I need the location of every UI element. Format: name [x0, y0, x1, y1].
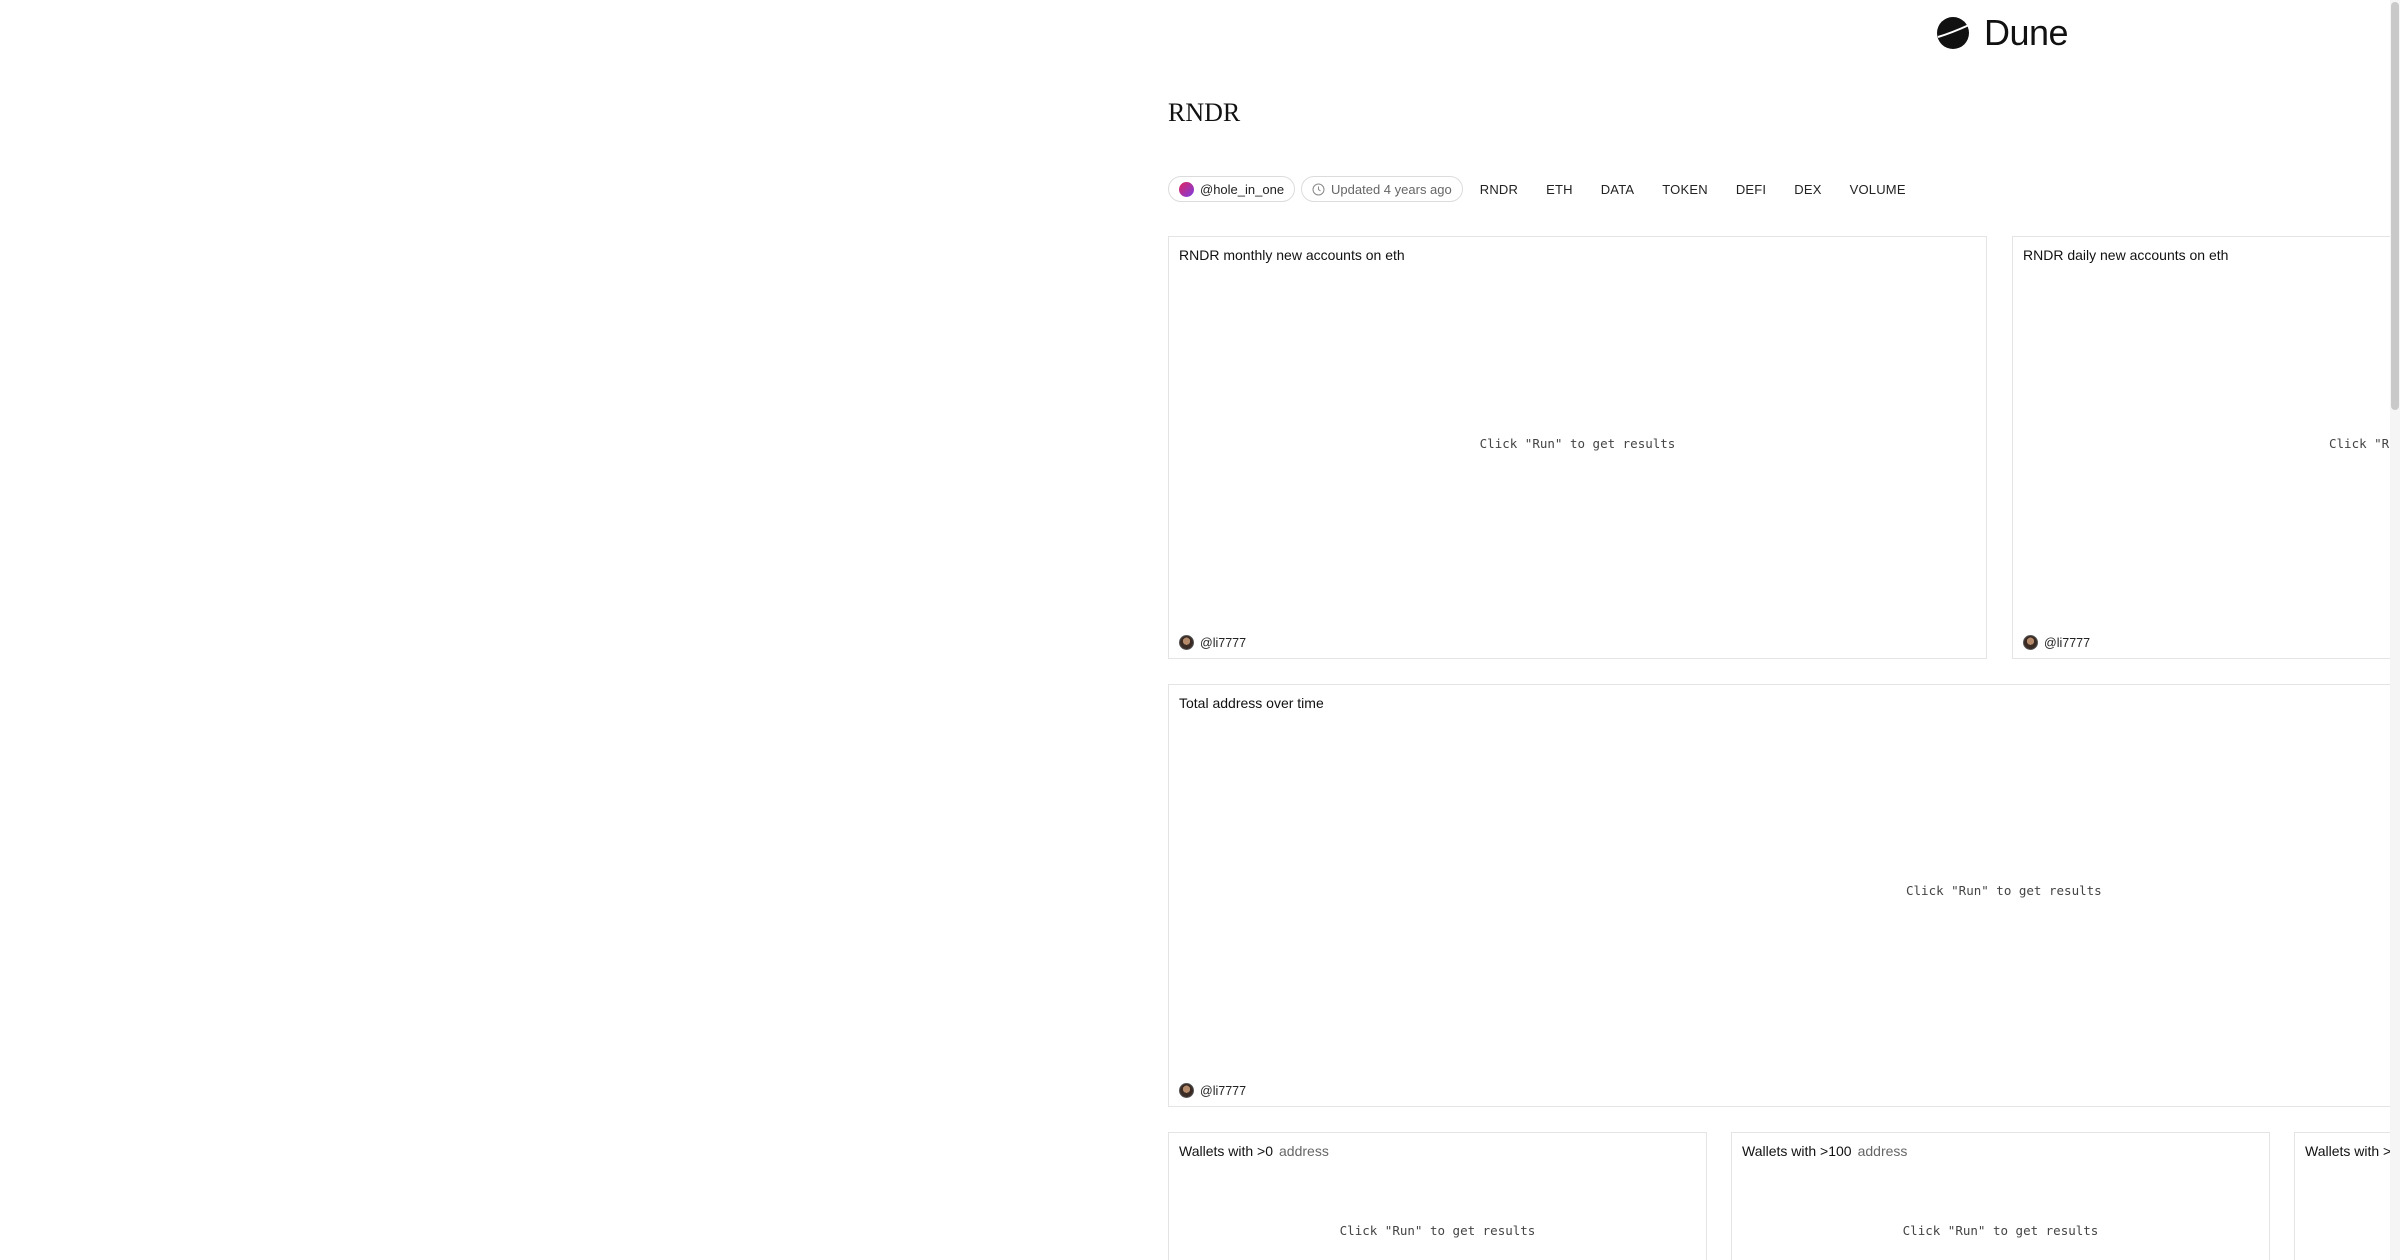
widget-card[interactable]: RNDR monthly new accounts on eth Click "… — [1168, 236, 1987, 659]
card-title[interactable]: Wallets with >0 address — [1179, 1143, 1329, 1159]
card-title[interactable]: RNDR monthly new accounts on eth — [1179, 247, 1405, 263]
card-title[interactable]: Wallets with >100 address — [1742, 1143, 1907, 1159]
avatar-icon — [1179, 1083, 1194, 1098]
card-title[interactable]: Wallets with > — [2305, 1143, 2391, 1159]
avatar-icon — [1179, 181, 1194, 197]
dune-logo-icon — [1937, 17, 1970, 49]
tag-rndr[interactable]: RNDR — [1469, 182, 1529, 197]
dashboard-page: Dune RNDR @hole_in_one Updated 4 years a… — [0, 0, 2400, 1260]
card-title-text: Wallets with >0 — [1179, 1143, 1274, 1159]
author-name: @li7777 — [2044, 635, 2091, 650]
dashboard-meta: @hole_in_one Updated 4 years ago RNDR ET… — [1168, 176, 1917, 202]
page-scrollbar[interactable] — [2390, 0, 2400, 1260]
card-author[interactable]: @li7777 — [1179, 1083, 1246, 1098]
brand-name: Dune — [1984, 12, 2069, 53]
avatar-icon — [2023, 635, 2038, 650]
tag-volume[interactable]: VOLUME — [1839, 182, 1917, 197]
tag-token[interactable]: TOKEN — [1651, 182, 1719, 197]
run-prompt: Click "Run" to get results — [1339, 1223, 1536, 1238]
tag-defi[interactable]: DEFI — [1725, 182, 1777, 197]
card-title[interactable]: RNDR daily new accounts on eth — [2023, 247, 2228, 263]
updated-text: Updated 4 years ago — [1331, 181, 1452, 197]
widget-card[interactable]: Wallets with >100 address Click "Run" to … — [1731, 1132, 2270, 1260]
run-prompt: Click "Run" to get results — [1902, 1223, 2099, 1238]
scrollbar-thumb[interactable] — [2391, 2, 2399, 410]
avatar-icon — [1179, 635, 1194, 650]
author-name: @li7777 — [1200, 635, 1247, 650]
updated-pill: Updated 4 years ago — [1301, 176, 1463, 202]
widget-card[interactable]: RNDR daily new accounts on eth Click "Ru… — [2012, 236, 2400, 659]
card-title[interactable]: Total address over time — [1179, 695, 1324, 711]
card-subtitle: address — [1857, 1143, 1908, 1159]
card-author[interactable]: @li7777 — [1179, 635, 1246, 650]
author-name: @hole_in_one — [1200, 181, 1285, 197]
tag-dex[interactable]: DEX — [1783, 182, 1832, 197]
widget-card[interactable]: Wallets with > — [2294, 1132, 2400, 1260]
widget-card[interactable]: Wallets with >0 address Click "Run" to ge… — [1168, 1132, 1707, 1260]
run-prompt: Click "Run" to get results — [1479, 436, 1676, 451]
card-author[interactable]: @li7777 — [2023, 635, 2090, 650]
author-name: @li7777 — [1200, 1083, 1247, 1098]
tag-data[interactable]: DATA — [1590, 182, 1646, 197]
tag-eth[interactable]: ETH — [1535, 182, 1584, 197]
dune-logo[interactable]: Dune — [1936, 12, 2069, 54]
widget-card[interactable]: Total address over time Click "Run" to g… — [1168, 684, 2400, 1107]
author-pill[interactable]: @hole_in_one — [1168, 176, 1296, 202]
clock-icon — [1312, 183, 1325, 196]
page-title: RNDR — [1168, 98, 1241, 127]
card-subtitle: address — [1279, 1143, 1329, 1159]
run-prompt: Click "Run" to get results — [1906, 883, 2102, 898]
card-title-text: Wallets with >100 — [1742, 1143, 1852, 1159]
